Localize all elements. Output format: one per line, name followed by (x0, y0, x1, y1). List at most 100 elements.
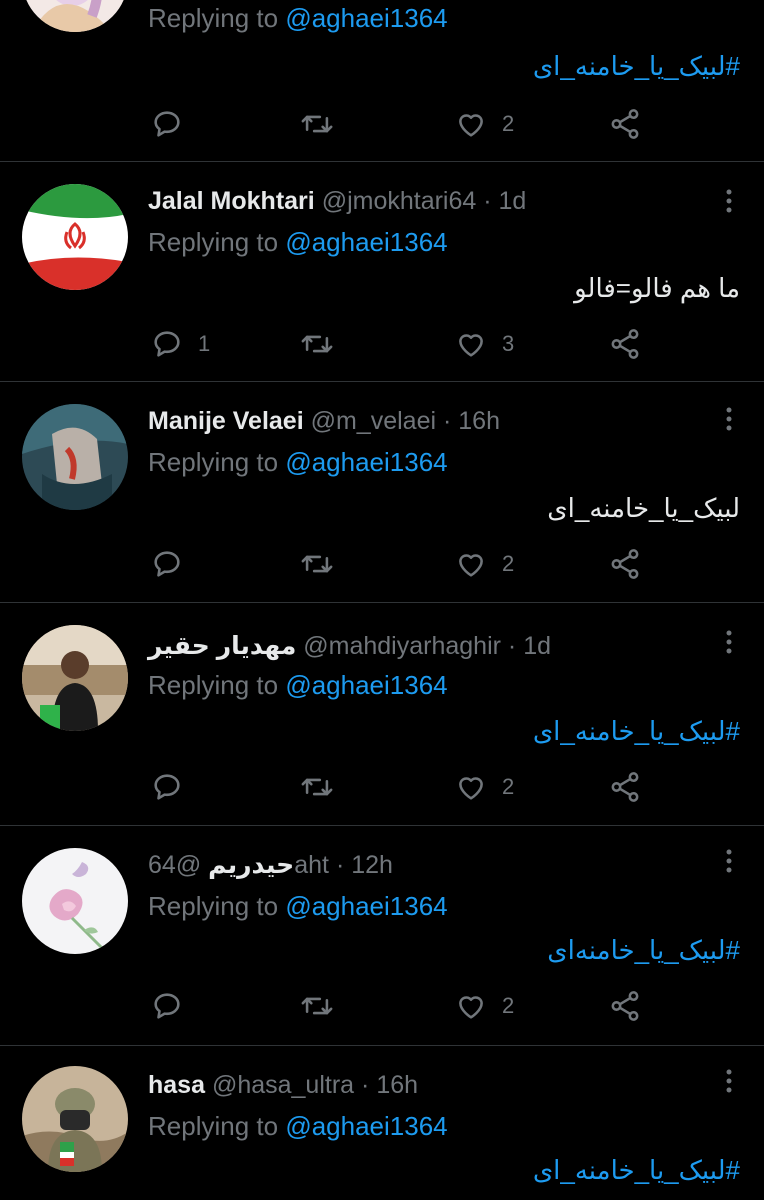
replying-prefix: Replying to (148, 670, 286, 700)
avatar-illustration (22, 0, 128, 32)
replying-to: Replying to @aghaei1364 (148, 1108, 448, 1144)
timestamp[interactable]: 16h (458, 407, 500, 435)
reply-icon (154, 774, 180, 800)
more-button[interactable] (724, 1064, 734, 1098)
avatar[interactable] (22, 404, 128, 510)
replying-to: Replying to @aghaei1364 (148, 0, 448, 36)
like-button[interactable]: 2 (454, 767, 514, 807)
like-icon (459, 777, 483, 800)
tweet-text[interactable]: #لبیک_یا_خامنه_ای (533, 46, 740, 86)
mention-link[interactable]: @aghaei1364 (285, 670, 447, 700)
avatar[interactable] (22, 1066, 128, 1172)
reply-icon (154, 331, 180, 357)
more-button[interactable] (724, 184, 734, 218)
reply-button[interactable] (150, 767, 198, 807)
tweet[interactable]: Jalal Mokhtari @jmokhtari64 · 1d Replyin… (0, 162, 764, 382)
retweet-icon (301, 555, 333, 573)
reply-icon (154, 551, 180, 577)
share-button[interactable] (608, 104, 642, 144)
tweet-actions: 2 (148, 104, 708, 144)
share-icon (611, 772, 639, 802)
more-button[interactable] (724, 844, 734, 878)
mention-link[interactable]: @aghaei1364 (285, 1111, 447, 1141)
replying-to: Replying to @aghaei1364 (148, 444, 448, 480)
reply-button[interactable] (150, 986, 198, 1026)
user-handle[interactable]: @hasa_ultra (212, 1071, 354, 1099)
retweet-icon (301, 335, 333, 353)
tweet-text[interactable]: ما هم فالو=فالو (574, 268, 740, 308)
like-button[interactable]: 2 (454, 104, 514, 144)
user-handle[interactable]: @mahdiyarhaghir (303, 632, 501, 660)
tweet-text[interactable]: #لبیک_یا_خامنه_ای (533, 1150, 740, 1190)
retweet-button[interactable] (300, 544, 348, 584)
avatar[interactable] (22, 184, 128, 290)
avatar[interactable] (22, 625, 128, 731)
tweet-actions: 2 (148, 986, 708, 1026)
retweet-button[interactable] (300, 767, 348, 807)
mention-link[interactable]: @aghaei1364 (285, 3, 447, 33)
like-button[interactable]: 2 (454, 986, 514, 1026)
avatar[interactable] (22, 848, 128, 954)
share-button[interactable] (608, 544, 642, 584)
tweet[interactable]: hasa @hasa_ultra · 16h Replying to @agha… (0, 1046, 764, 1200)
replying-prefix: Replying to (148, 447, 286, 477)
like-count: 2 (502, 551, 515, 576)
mention-link[interactable]: @aghaei1364 (285, 227, 447, 257)
like-button[interactable]: 2 (454, 544, 514, 584)
separator-dot: · (442, 407, 452, 435)
timestamp[interactable]: 1d (499, 187, 527, 215)
share-button[interactable] (608, 324, 642, 364)
like-icon (459, 334, 483, 357)
timestamp[interactable]: 12h (351, 851, 393, 879)
soldier-avatar (22, 1066, 128, 1172)
reply-count: 1 (198, 331, 211, 356)
share-button[interactable] (608, 986, 642, 1026)
display-name[interactable]: حیدریم (208, 851, 294, 879)
share-icon (611, 329, 639, 359)
timestamp[interactable]: 16h (376, 1071, 418, 1099)
reply-button[interactable] (150, 104, 198, 144)
reply-button[interactable]: 1 (150, 324, 210, 364)
mention-link[interactable]: @aghaei1364 (285, 891, 447, 921)
display-name[interactable]: hasa (148, 1071, 205, 1099)
replying-to: Replying to @aghaei1364 (148, 888, 448, 924)
tweet[interactable]: Replying to @aghaei1364 #لبیک_یا_خامنه_ا… (0, 0, 764, 162)
retweet-icon (301, 997, 333, 1015)
replying-prefix: Replying to (148, 891, 286, 921)
retweet-button[interactable] (300, 104, 348, 144)
user-handle[interactable]: @m_velaei (311, 407, 436, 435)
timestamp[interactable]: 1d (523, 632, 551, 660)
tweet-text[interactable]: لبیک_یا_خامنه_ای (547, 488, 740, 528)
share-icon (611, 109, 639, 139)
display-name[interactable]: Manije Velaei (148, 407, 304, 435)
reply-button[interactable] (150, 544, 198, 584)
share-button[interactable] (608, 767, 642, 807)
avatar-photo (22, 625, 128, 731)
display-name[interactable]: مهدیار حقیر (148, 632, 296, 660)
like-icon (459, 114, 483, 137)
avatar[interactable] (22, 0, 128, 32)
tweet[interactable]: حیدریم @64aht · 12h Replying to @aghaei1… (0, 826, 764, 1046)
more-button[interactable] (724, 402, 734, 436)
retweet-button[interactable] (300, 324, 348, 364)
like-button[interactable]: 3 (454, 324, 514, 364)
rose-avatar (22, 848, 128, 954)
replying-prefix: Replying to (148, 3, 286, 33)
like-icon (459, 554, 483, 577)
tweet[interactable]: مهدیار حقیر @mahdiyarhaghir · 1d Replyin… (0, 603, 764, 826)
replying-to: Replying to @aghaei1364 (148, 224, 448, 260)
user-handle[interactable]: @jmokhtari64 (322, 187, 477, 215)
tweet[interactable]: Manije Velaei @m_velaei · 16h Replying t… (0, 382, 764, 603)
mention-link[interactable]: @aghaei1364 (285, 447, 447, 477)
avatar-photo (22, 404, 128, 510)
reply-icon (154, 111, 180, 137)
tweet-text[interactable]: #لبیک_یا_خامنه‌ای (547, 930, 740, 970)
replying-prefix: Replying to (148, 227, 286, 257)
iran-flag-avatar (22, 184, 128, 290)
display-name[interactable]: Jalal Mokhtari (148, 187, 315, 215)
separator-dot: · (507, 632, 517, 660)
tweet-text[interactable]: #لبیک_یا_خامنه_ای (533, 711, 740, 751)
replying-prefix: Replying to (148, 1111, 286, 1141)
retweet-button[interactable] (300, 986, 348, 1026)
more-button[interactable] (724, 625, 734, 659)
